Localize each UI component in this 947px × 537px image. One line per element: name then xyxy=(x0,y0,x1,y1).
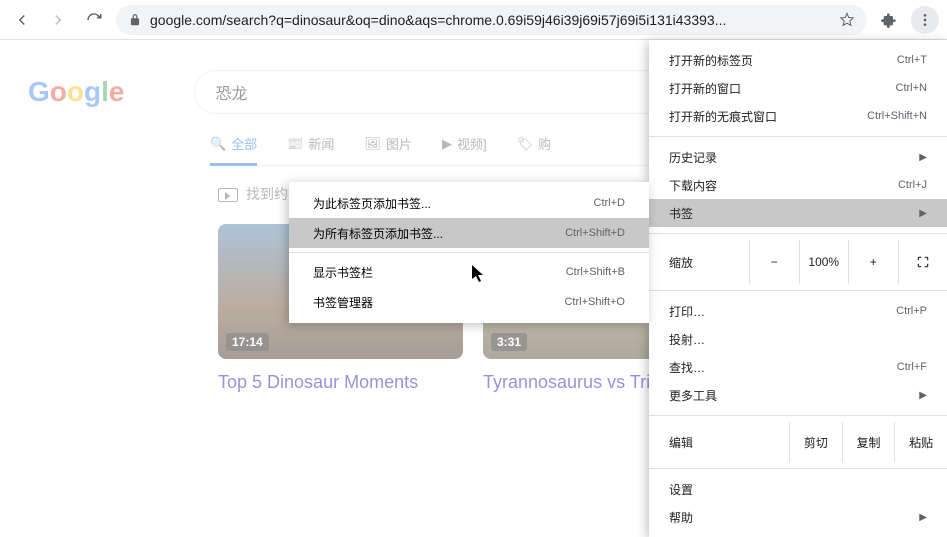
video-duration: 3:31 xyxy=(491,333,527,351)
chrome-menu: 打开新的标签页Ctrl+T 打开新的窗口Ctrl+N 打开新的无痕式窗口Ctrl… xyxy=(649,40,947,537)
search-input[interactable]: 恐龙 xyxy=(194,70,694,114)
menu-zoom: 缩放 − 100% + xyxy=(649,240,947,284)
back-button[interactable] xyxy=(8,6,36,34)
submenu-bookmark-this[interactable]: 为此标签页添加书签...Ctrl+D xyxy=(289,188,649,218)
fullscreen-button[interactable] xyxy=(899,240,947,284)
cursor-icon xyxy=(472,265,486,283)
tab-images[interactable]: 🖼图片 xyxy=(364,134,412,153)
reload-button[interactable] xyxy=(80,6,108,34)
menu-new-window[interactable]: 打开新的窗口Ctrl+N xyxy=(649,74,947,102)
menu-edit: 编辑 剪切 复制 粘贴 xyxy=(649,422,947,462)
google-logo: Google xyxy=(28,76,124,108)
tab-videos[interactable]: ▶视频] xyxy=(442,134,487,153)
zoom-value: 100% xyxy=(800,240,850,284)
video-title: Top 5 Dinosaur Moments xyxy=(218,371,463,394)
tab-news[interactable]: 📰新闻 xyxy=(287,134,334,153)
edit-paste[interactable]: 粘贴 xyxy=(894,422,947,462)
menu-history[interactable]: 历史记录▶ xyxy=(649,143,947,171)
chrome-menu-button[interactable] xyxy=(911,6,939,34)
tab-all[interactable]: 🔍全部 xyxy=(210,134,257,166)
bookmarks-submenu: 为此标签页添加书签...Ctrl+D 为所有标签页添加书签...Ctrl+Shi… xyxy=(289,182,649,323)
menu-help[interactable]: 帮助▶ xyxy=(649,503,947,531)
url-text: google.com/search?q=dinosaur&oq=dino&aqs… xyxy=(150,12,831,28)
forward-button[interactable] xyxy=(44,6,72,34)
menu-downloads[interactable]: 下载内容Ctrl+J xyxy=(649,171,947,199)
tab-shopping[interactable]: 🏷购 xyxy=(517,134,552,153)
menu-find[interactable]: 查找…Ctrl+F xyxy=(649,353,947,381)
menu-incognito[interactable]: 打开新的无痕式窗口Ctrl+Shift+N xyxy=(649,102,947,130)
address-bar[interactable]: google.com/search?q=dinosaur&oq=dino&aqs… xyxy=(116,5,867,35)
browser-toolbar: google.com/search?q=dinosaur&oq=dino&aqs… xyxy=(0,0,947,40)
menu-settings[interactable]: 设置 xyxy=(649,475,947,503)
submenu-manager[interactable]: 书签管理器Ctrl+Shift+O xyxy=(289,287,649,317)
submenu-show-bar[interactable]: 显示书签栏Ctrl+Shift+B xyxy=(289,257,649,287)
lock-icon xyxy=(128,13,142,27)
zoom-in-button[interactable]: + xyxy=(849,240,899,284)
menu-print[interactable]: 打印…Ctrl+P xyxy=(649,297,947,325)
menu-cast[interactable]: 投射… xyxy=(649,325,947,353)
extensions-button[interactable] xyxy=(875,6,903,34)
video-duration: 17:14 xyxy=(226,333,269,351)
zoom-out-button[interactable]: − xyxy=(750,240,800,284)
menu-new-tab[interactable]: 打开新的标签页Ctrl+T xyxy=(649,46,947,74)
menu-bookmarks[interactable]: 书签▶ xyxy=(649,199,947,227)
star-icon[interactable] xyxy=(839,12,855,28)
edit-copy[interactable]: 复制 xyxy=(842,422,895,462)
menu-more-tools[interactable]: 更多工具▶ xyxy=(649,381,947,409)
edit-cut[interactable]: 剪切 xyxy=(789,422,842,462)
submenu-bookmark-all[interactable]: 为所有标签页添加书签...Ctrl+Shift+D xyxy=(289,218,649,248)
